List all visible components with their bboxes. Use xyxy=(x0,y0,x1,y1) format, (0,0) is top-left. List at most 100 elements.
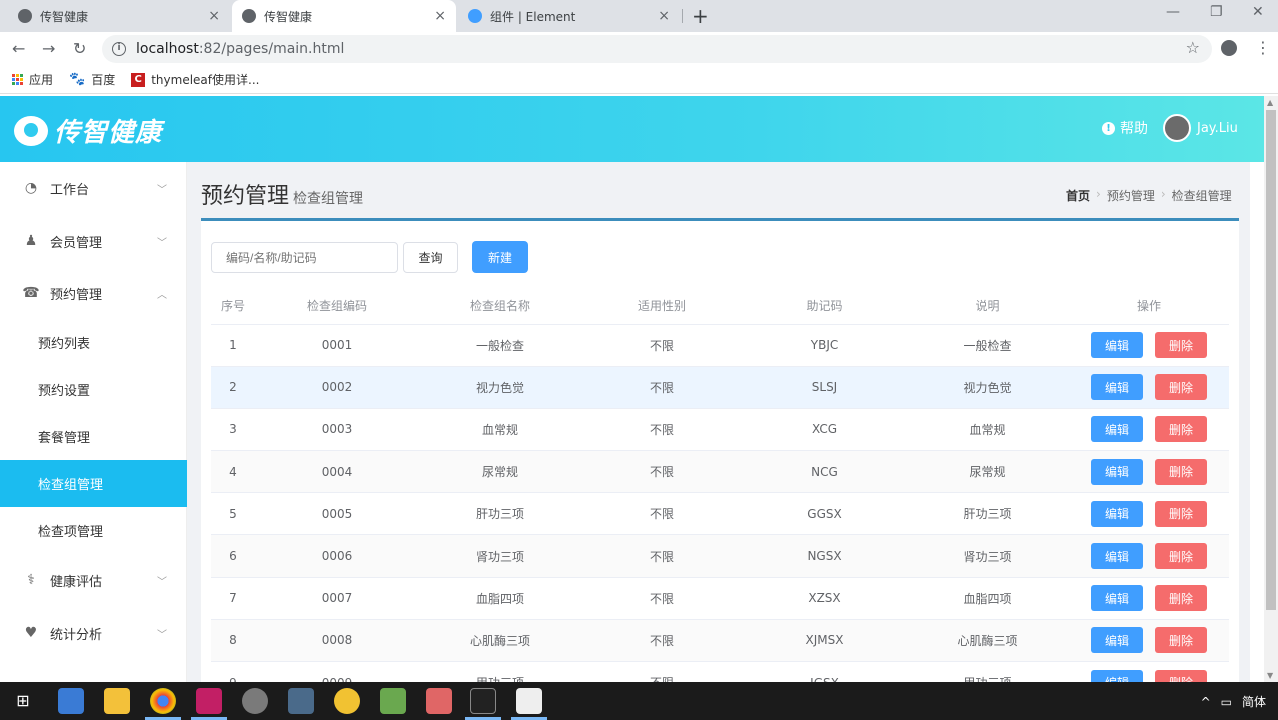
taskbar-app-icon[interactable] xyxy=(242,688,268,714)
cell-actions: 编辑删除 xyxy=(1069,534,1229,578)
back-icon[interactable]: ← xyxy=(12,39,25,58)
page-title-main: 预约管理 xyxy=(201,184,290,209)
sidebar-item-appointments[interactable]: ☎ 预约管理 ︿ xyxy=(0,268,187,318)
delete-button[interactable]: 删除 xyxy=(1155,458,1207,485)
bookmark-apps[interactable]: 应用 xyxy=(12,71,53,88)
edit-button[interactable]: 编辑 xyxy=(1091,374,1143,401)
window-close-icon[interactable]: ✕ xyxy=(1252,4,1264,20)
terminal-icon[interactable] xyxy=(470,688,496,714)
cell-index: 3 xyxy=(211,408,255,452)
delete-button[interactable]: 删除 xyxy=(1155,585,1207,612)
sidebar-subitem-checkgroup[interactable]: 检查组管理 xyxy=(0,460,187,507)
edit-button[interactable]: 编辑 xyxy=(1091,543,1143,570)
file-explorer-icon[interactable] xyxy=(104,688,130,714)
edit-button[interactable]: 编辑 xyxy=(1091,332,1143,359)
scrollbar-thumb[interactable] xyxy=(1266,110,1276,610)
sidebar-item-members[interactable]: ♟ 会员管理 ﹀ xyxy=(0,216,187,266)
chrome-icon[interactable] xyxy=(150,688,176,714)
restore-icon[interactable]: ❐ xyxy=(1210,4,1223,20)
search-input[interactable] xyxy=(211,242,398,273)
table-row[interactable]: 7 0007 血脂四项 不限 XZSX 血脂四项 编辑 删除 xyxy=(211,577,1229,620)
table-row[interactable]: 1 0001 一般检查 不限 YBJC 一般检查 编辑 删除 xyxy=(211,324,1229,367)
table-row[interactable]: 2 0002 视力色觉 不限 SLSJ 视力色觉 编辑 删除 xyxy=(211,366,1229,409)
bookmark-baidu[interactable]: 🐾 百度 xyxy=(69,71,115,88)
help-link[interactable]: ! 帮助 xyxy=(1102,118,1148,138)
url-text: localhost:82/pages/main.html xyxy=(136,41,344,57)
reload-icon[interactable]: ↻ xyxy=(73,39,86,58)
cell-mnemonic: XJMSX xyxy=(743,619,906,663)
url-field[interactable]: i localhost:82/pages/main.html ☆ xyxy=(102,35,1212,63)
cell-mnemonic: NGSX xyxy=(743,534,906,578)
bookmark-star-icon[interactable]: ☆ xyxy=(1186,38,1200,57)
windows-start-icon[interactable]: ⊞ xyxy=(10,688,36,714)
col-header-remark: 说明 xyxy=(906,288,1069,325)
close-icon[interactable]: × xyxy=(208,8,220,24)
scroll-up-icon[interactable]: ▲ xyxy=(1267,98,1273,107)
cell-actions: 编辑删除 xyxy=(1069,577,1229,620)
baidu-paw-icon: 🐾 xyxy=(69,72,86,87)
taskbar-app-icon[interactable] xyxy=(58,688,84,714)
close-icon[interactable]: × xyxy=(434,8,446,24)
tray-caret-icon[interactable]: ^ xyxy=(1201,695,1211,709)
sidebar-item-workbench[interactable]: ◔ 工作台 ﹀ xyxy=(0,163,187,213)
taskbar-app-icon[interactable] xyxy=(288,688,314,714)
edit-button[interactable]: 编辑 xyxy=(1091,458,1143,485)
cell-actions: 编辑删除 xyxy=(1069,619,1229,663)
delete-button[interactable]: 删除 xyxy=(1155,332,1207,359)
new-tab-button[interactable]: + xyxy=(692,4,709,28)
typora-icon[interactable] xyxy=(516,688,542,714)
info-icon[interactable]: i xyxy=(112,42,126,56)
app-logo[interactable]: 传智健康 xyxy=(14,112,162,149)
input-language[interactable]: 简体 xyxy=(1242,693,1266,710)
query-button[interactable]: 查询 xyxy=(403,242,458,273)
notification-icon[interactable]: ▭ xyxy=(1221,695,1232,709)
sidebar-subitem-appointment-settings[interactable]: 预约设置 xyxy=(0,366,187,413)
breadcrumb-appointments[interactable]: 预约管理 xyxy=(1107,187,1155,204)
intellij-icon[interactable] xyxy=(196,688,222,714)
table-row[interactable]: 3 0003 血常规 不限 XCG 血常规 编辑 删除 xyxy=(211,408,1229,452)
cell-mnemonic: YBJC xyxy=(743,324,906,367)
edit-button[interactable]: 编辑 xyxy=(1091,627,1143,654)
edit-button[interactable]: 编辑 xyxy=(1091,585,1143,612)
table-row[interactable]: 5 0005 肝功三项 不限 GGSX 肝功三项 编辑 删除 xyxy=(211,492,1229,536)
taskbar-app-icon[interactable] xyxy=(334,688,360,714)
delete-button[interactable]: 删除 xyxy=(1155,374,1207,401)
browser-tab-3[interactable]: 组件 | Element × xyxy=(458,0,680,32)
sidebar-item-label: 预约管理 xyxy=(50,287,103,303)
table-row[interactable]: 6 0006 肾功三项 不限 NGSX 肾功三项 编辑 删除 xyxy=(211,534,1229,578)
delete-button[interactable]: 删除 xyxy=(1155,627,1207,654)
edit-button[interactable]: 编辑 xyxy=(1091,416,1143,443)
globe-icon xyxy=(242,9,256,23)
delete-button[interactable]: 删除 xyxy=(1155,500,1207,527)
page-subtitle: 检查组管理 xyxy=(293,191,364,207)
minimize-icon[interactable]: — xyxy=(1166,4,1180,20)
edit-button[interactable]: 编辑 xyxy=(1091,500,1143,527)
bookmark-thymeleaf[interactable]: C thymeleaf使用详... xyxy=(131,71,259,88)
browser-tab-1[interactable]: 传智健康 × xyxy=(8,0,230,32)
sidebar-subitem-checkitem[interactable]: 检查项管理 xyxy=(0,507,187,554)
chevron-down-icon: ﹀ xyxy=(157,629,167,641)
new-button[interactable]: 新建 xyxy=(472,241,528,273)
table-row[interactable]: 8 0008 心肌酶三项 不限 XJMSX 心肌酶三项 编辑 删除 xyxy=(211,619,1229,663)
logo-mark-icon xyxy=(14,115,48,146)
sidebar-item-statistics[interactable]: ♥ 统计分析 ﹀ xyxy=(0,608,187,658)
browser-tab-2[interactable]: 传智健康 × xyxy=(232,0,456,32)
table-row[interactable]: 4 0004 尿常规 不限 NCG 尿常规 编辑 删除 xyxy=(211,450,1229,494)
cell-mnemonic: SLSJ xyxy=(743,366,906,409)
sidebar-subitem-appointment-list[interactable]: 预约列表 xyxy=(0,319,187,366)
profile-icon[interactable] xyxy=(1221,40,1237,56)
user-menu[interactable]: Jay.Liu xyxy=(1163,114,1238,142)
notepad-icon[interactable] xyxy=(380,688,406,714)
delete-button[interactable]: 删除 xyxy=(1155,543,1207,570)
taskbar-app-icon[interactable] xyxy=(426,688,452,714)
menu-kebab-icon[interactable]: ⋮ xyxy=(1255,38,1271,57)
forward-icon[interactable]: → xyxy=(42,39,55,58)
delete-button[interactable]: 删除 xyxy=(1155,416,1207,443)
breadcrumb-home[interactable]: 首页 xyxy=(1066,187,1090,204)
sidebar-item-health[interactable]: ⚕ 健康评估 ﹀ xyxy=(0,555,187,605)
cell-code: 0003 xyxy=(255,408,419,452)
scroll-down-icon[interactable]: ▼ xyxy=(1267,671,1273,680)
sidebar-subitem-package[interactable]: 套餐管理 xyxy=(0,413,187,460)
page-scrollbar[interactable]: ▲ ▼ xyxy=(1264,96,1278,682)
close-icon[interactable]: × xyxy=(658,8,670,24)
